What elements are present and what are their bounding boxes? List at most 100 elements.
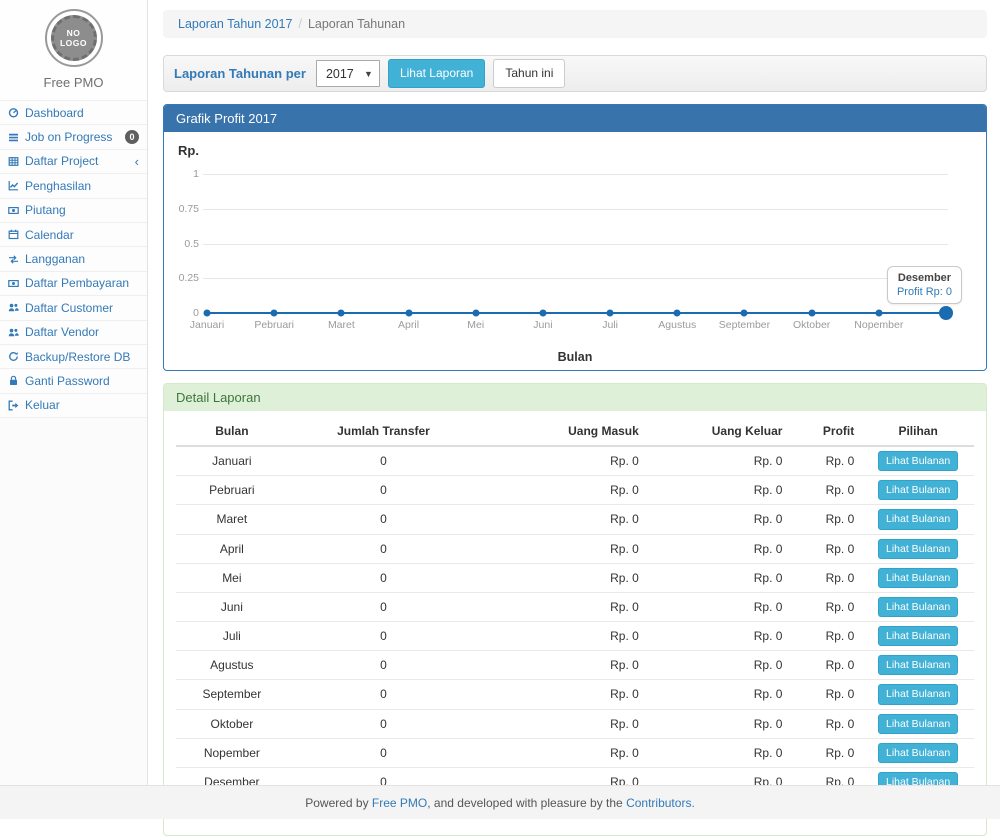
cell: Rp. 0	[479, 446, 647, 476]
cell: 0	[288, 738, 480, 767]
free-pmo-link[interactable]: Free PMO	[372, 796, 427, 810]
data-point-maret[interactable]	[338, 310, 345, 317]
contributors-link[interactable]: Contributors.	[626, 796, 695, 810]
detail-table-wrap: BulanJumlah TransferUang MasukUang Kelua…	[164, 411, 986, 835]
lihat-bulanan-button[interactable]: Lihat Bulanan	[878, 597, 958, 617]
no-logo-emblem: NO LOGO	[51, 15, 97, 61]
column-header-uang-masuk: Uang Masuk	[479, 417, 647, 446]
data-point-april[interactable]	[405, 310, 412, 317]
detail-panel-title: Detail Laporan	[164, 384, 986, 411]
cell: April	[176, 534, 288, 563]
sidebar-item-label: Ganti Password	[25, 374, 139, 388]
lihat-laporan-button[interactable]: Lihat Laporan	[388, 59, 485, 87]
sidebar-item-label: Daftar Vendor	[25, 325, 139, 339]
lihat-bulanan-button[interactable]: Lihat Bulanan	[878, 655, 958, 675]
x-tick-label: Juli	[602, 319, 618, 331]
sidebar-nav: DashboardJob on Progress0Daftar Project‹…	[0, 100, 147, 418]
cell: 0	[288, 476, 480, 505]
cell: 0	[288, 534, 480, 563]
y-axis-label: Rp.	[178, 143, 199, 158]
cell: Oktober	[176, 709, 288, 738]
data-point-agustus[interactable]	[674, 310, 681, 317]
sidebar-item-calendar[interactable]: Calendar	[0, 223, 147, 247]
tahun-ini-button[interactable]: Tahun ini	[493, 59, 565, 87]
table-row: Agustus0Rp. 0Rp. 0Rp. 0Lihat Bulanan	[176, 651, 974, 680]
profit-chart-panel: Grafik Profit 2017 Rp. Desember Profit R…	[163, 104, 987, 371]
cell: Maret	[176, 505, 288, 534]
cell: Pebruari	[176, 476, 288, 505]
data-point-juli[interactable]	[607, 310, 614, 317]
report-filter-bar: Laporan Tahunan per 2017 ▼ Lihat Laporan…	[163, 55, 987, 92]
footer-text: Powered by Free PMO, and developed with …	[305, 796, 695, 810]
data-point-mei[interactable]	[472, 310, 479, 317]
year-select[interactable]: 2017 ▼	[316, 60, 380, 87]
lihat-bulanan-button[interactable]: Lihat Bulanan	[878, 626, 958, 646]
table-row: Oktober0Rp. 0Rp. 0Rp. 0Lihat Bulanan	[176, 709, 974, 738]
lihat-bulanan-button[interactable]: Lihat Bulanan	[878, 539, 958, 559]
year-select-value: 2017	[326, 67, 354, 81]
cell-actions: Lihat Bulanan	[862, 738, 974, 767]
data-point-juni[interactable]	[539, 310, 546, 317]
table-row: April0Rp. 0Rp. 0Rp. 0Lihat Bulanan	[176, 534, 974, 563]
cell: Rp. 0	[790, 622, 862, 651]
breadcrumb-link[interactable]: Laporan Tahun 2017	[178, 17, 292, 31]
cell: Rp. 0	[647, 651, 791, 680]
sidebar-item-daftar-vendor[interactable]: Daftar Vendor	[0, 321, 147, 345]
cell: Agustus	[176, 651, 288, 680]
sidebar-item-label: Keluar	[25, 398, 139, 412]
cell: 0	[288, 592, 480, 621]
y-tick-label: 0.75	[179, 203, 199, 215]
sidebar-item-daftar-customer[interactable]: Daftar Customer	[0, 296, 147, 320]
data-point-desember[interactable]	[939, 306, 953, 320]
sidebar-item-label: Backup/Restore DB	[25, 350, 139, 364]
cell: Rp. 0	[647, 738, 791, 767]
x-tick-label: April	[398, 319, 419, 331]
cell: Rp. 0	[790, 651, 862, 680]
data-point-oktober[interactable]	[808, 310, 815, 317]
chevron-left-icon: ‹	[135, 155, 139, 168]
data-point-januari[interactable]	[204, 310, 211, 317]
cell: 0	[288, 505, 480, 534]
data-point-nopember[interactable]	[875, 310, 882, 317]
lihat-bulanan-button[interactable]: Lihat Bulanan	[878, 743, 958, 763]
sidebar-item-backup-restore-db[interactable]: Backup/Restore DB	[0, 345, 147, 369]
sidebar-item-langganan[interactable]: Langganan	[0, 247, 147, 271]
table-header: BulanJumlah TransferUang MasukUang Kelua…	[176, 417, 974, 446]
logo-text-line2: LOGO	[60, 38, 87, 48]
sign-out-icon	[7, 399, 19, 411]
lihat-bulanan-button[interactable]: Lihat Bulanan	[878, 568, 958, 588]
logo-block: NO LOGO Free PMO	[0, 0, 147, 100]
cell: Rp. 0	[647, 680, 791, 709]
sidebar-item-piutang[interactable]: Piutang	[0, 199, 147, 223]
x-tick-label: Mei	[467, 319, 484, 331]
chart-tooltip: Desember Profit Rp: 0	[887, 266, 962, 304]
table-icon	[7, 155, 19, 167]
data-point-pebruari[interactable]	[271, 310, 278, 317]
lihat-bulanan-button[interactable]: Lihat Bulanan	[878, 684, 958, 704]
y-tick-label: 0.25	[179, 272, 199, 284]
report-table: BulanJumlah TransferUang MasukUang Kelua…	[176, 417, 974, 821]
table-row: Pebruari0Rp. 0Rp. 0Rp. 0Lihat Bulanan	[176, 476, 974, 505]
sidebar-item-ganti-password[interactable]: Ganti Password	[0, 369, 147, 393]
data-point-september[interactable]	[741, 310, 748, 317]
lihat-bulanan-button[interactable]: Lihat Bulanan	[878, 480, 958, 500]
sidebar-item-daftar-pembayaran[interactable]: Daftar Pembayaran	[0, 272, 147, 296]
lihat-bulanan-button[interactable]: Lihat Bulanan	[878, 509, 958, 529]
sidebar-item-daftar-project[interactable]: Daftar Project‹	[0, 150, 147, 174]
count-badge: 0	[125, 130, 139, 144]
sidebar-item-dashboard[interactable]: Dashboard	[0, 101, 147, 125]
lihat-bulanan-button[interactable]: Lihat Bulanan	[878, 451, 958, 471]
cell-actions: Lihat Bulanan	[862, 592, 974, 621]
x-tick-label: Pebruari	[254, 319, 294, 331]
line-chart-icon	[7, 180, 19, 192]
sidebar-item-keluar[interactable]: Keluar	[0, 394, 147, 418]
tooltip-title: Desember	[897, 272, 952, 284]
sidebar-item-job-on-progress[interactable]: Job on Progress0	[0, 125, 147, 149]
lihat-bulanan-button[interactable]: Lihat Bulanan	[878, 714, 958, 734]
sidebar-item-penghasilan[interactable]: Penghasilan	[0, 174, 147, 198]
cell: Rp. 0	[790, 476, 862, 505]
cell-actions: Lihat Bulanan	[862, 680, 974, 709]
x-tick-label: Juni	[533, 319, 552, 331]
calendar-icon	[7, 229, 19, 241]
cell: Rp. 0	[790, 534, 862, 563]
